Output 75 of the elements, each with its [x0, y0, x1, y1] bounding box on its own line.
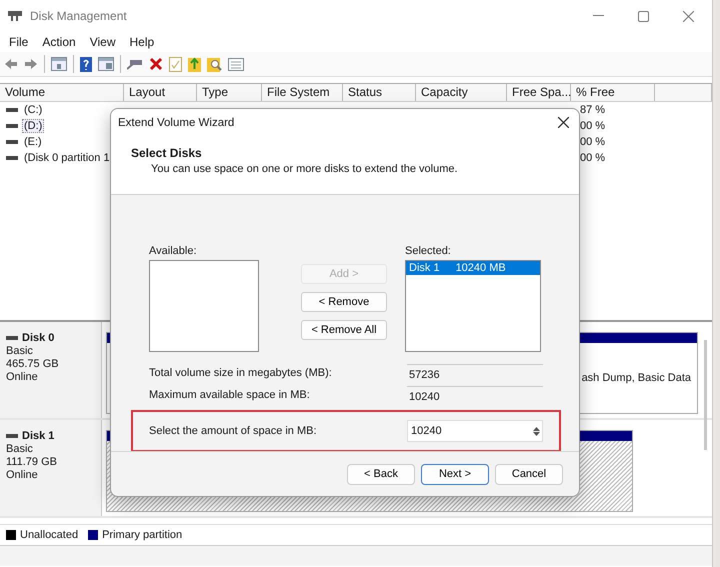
- drive-label[interactable]: (C:): [22, 103, 44, 117]
- window-title: Disk Management: [30, 9, 128, 23]
- list-label: Selected:: [405, 245, 452, 259]
- selected-list[interactable]: Disk 1 10240 MB: [405, 260, 541, 352]
- menu-item[interactable]: Help: [130, 34, 154, 50]
- maximize-icon[interactable]: [638, 10, 649, 22]
- column-header[interactable]: Volume: [0, 84, 124, 101]
- delete-icon[interactable]: [149, 57, 163, 71]
- close-button[interactable]: [556, 115, 571, 130]
- column-header[interactable]: Type: [197, 84, 262, 101]
- drive-icon: [6, 335, 18, 341]
- panel-window-icon[interactable]: [98, 57, 114, 71]
- field-value: 57236: [407, 364, 543, 382]
- list-window-icon[interactable]: [228, 58, 244, 70]
- back-arrow-icon[interactable]: [4, 57, 18, 71]
- drive-label[interactable]: (E:): [22, 135, 44, 149]
- disk-status: Online: [6, 371, 39, 383]
- drive-icon: [6, 155, 18, 161]
- help-icon[interactable]: [80, 56, 92, 72]
- column-header[interactable]: Free Spa...: [507, 84, 571, 101]
- disk-type: Basic: [6, 345, 34, 357]
- table-cell-text: 87 %: [579, 104, 606, 116]
- disk-size: 465.75 GB: [6, 358, 60, 370]
- wizard-button[interactable]: < Back: [347, 464, 415, 484]
- table-cell-text: 00 %: [579, 120, 606, 132]
- column-header[interactable]: File System: [262, 84, 343, 101]
- move-button[interactable]: < Remove: [301, 292, 387, 312]
- column-header[interactable]: Layout: [124, 84, 197, 101]
- disk-name: Disk 0: [22, 332, 54, 344]
- folder-search-icon[interactable]: [207, 56, 222, 72]
- table-cell-text: 00 %: [579, 152, 606, 164]
- dialog-title: Extend Volume Wizard: [118, 116, 234, 128]
- step-heading: Select Disks: [130, 145, 203, 160]
- list-item[interactable]: Disk 1 10240 MB: [406, 261, 540, 275]
- connect-icon[interactable]: [127, 58, 143, 70]
- drive-label[interactable]: (Disk 0 partition 1: [22, 151, 112, 165]
- move-button[interactable]: < Remove All: [301, 320, 387, 340]
- disk-status: Online: [6, 469, 39, 481]
- drive-label[interactable]: (D:): [22, 119, 44, 133]
- minimize-icon[interactable]: [593, 15, 604, 17]
- disk-name: Disk 1: [22, 430, 54, 442]
- legend-label: Unallocated: [20, 529, 78, 541]
- table-cell-text: 00 %: [579, 136, 606, 148]
- drive-icon: [6, 433, 18, 439]
- column-header[interactable]: % Free: [571, 84, 655, 101]
- list-label: Available:: [149, 245, 198, 259]
- drive-icon: [6, 107, 18, 113]
- disk-size: 111.79 GB: [6, 456, 58, 468]
- available-list[interactable]: [149, 260, 259, 352]
- menu-item[interactable]: Action: [42, 34, 76, 50]
- close-icon: [558, 117, 569, 128]
- spin-down-icon[interactable]: [533, 432, 540, 436]
- checklist-icon[interactable]: [169, 56, 182, 72]
- amount-spinner[interactable]: 10240: [407, 420, 543, 442]
- field-value: 10240: [407, 386, 543, 404]
- forward-arrow-icon[interactable]: [24, 57, 38, 71]
- step-description: You can use space on one or more disks to extend the volume.: [150, 162, 459, 175]
- console-window-icon[interactable]: [51, 57, 67, 71]
- wizard-button[interactable]: Next >: [421, 464, 489, 484]
- column-header[interactable]: Capacity: [416, 84, 507, 101]
- field-label: Maximum available space in MB:: [149, 389, 311, 401]
- drive-icon: [6, 123, 18, 129]
- menu-item[interactable]: File: [9, 34, 28, 50]
- legend-label: Primary partition: [102, 529, 182, 541]
- drive-icon: [6, 139, 18, 145]
- close-icon[interactable]: [683, 10, 694, 22]
- field-label: Total volume size in megabytes (MB):: [149, 367, 333, 379]
- menu-item[interactable]: View: [90, 34, 116, 50]
- folder-arrow-icon[interactable]: [188, 56, 201, 72]
- column-header[interactable]: Status: [343, 84, 416, 101]
- partition-label: ash Dump, Basic Data: [582, 372, 691, 384]
- disk-type: Basic: [6, 443, 34, 455]
- wizard-button[interactable]: Cancel: [495, 464, 563, 484]
- disk-app-icon: [8, 10, 22, 22]
- field-label: Select the amount of space in MB:: [149, 425, 318, 437]
